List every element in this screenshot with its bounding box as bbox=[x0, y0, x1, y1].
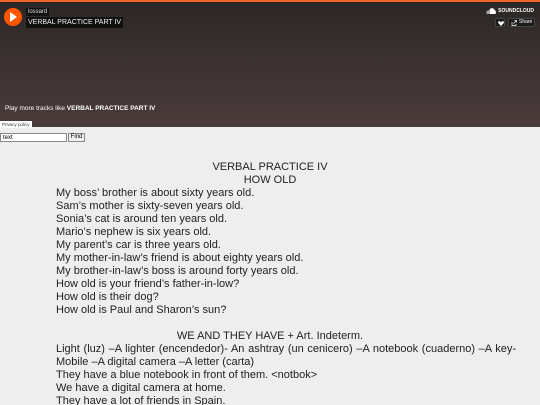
how-old-sentences: My boss’ brother is about sixty years ol… bbox=[0, 187, 540, 317]
uploader-name[interactable]: lossard bbox=[26, 8, 50, 16]
brand-label: SOUNDCLOUD bbox=[498, 8, 534, 14]
sentence-line: How old is your friend’s father-in-low? bbox=[56, 278, 240, 290]
share-button[interactable]: Share bbox=[508, 18, 535, 27]
privacy-policy-link[interactable]: Privacy policy bbox=[0, 121, 32, 128]
soundcloud-logo[interactable]: SOUNDCLOUD bbox=[486, 8, 534, 14]
find-button[interactable]: Find bbox=[68, 133, 85, 142]
track-title[interactable]: VERBAL PRACTICE PART IV bbox=[26, 17, 124, 28]
more-tracks-link[interactable]: Play more tracks like VERBAL PRACTICE PA… bbox=[5, 105, 155, 112]
sentence-line: My mother-in-law’s friend is about eight… bbox=[56, 252, 304, 264]
sentence-line: Sam’s mother is sixty-seven years old. bbox=[56, 200, 244, 212]
share-icon bbox=[511, 20, 517, 26]
sentence-line: My brother-in-law’s boss is around forty… bbox=[56, 265, 299, 277]
sentence-line: Sonia’s cat is around ten years old. bbox=[56, 213, 228, 225]
sentence-line: My boss’ brother is about sixty years ol… bbox=[56, 187, 255, 199]
play-button[interactable] bbox=[4, 8, 22, 26]
more-tracks-prefix: Play more tracks like bbox=[5, 105, 65, 112]
like-button[interactable] bbox=[495, 18, 505, 27]
cloud-icon bbox=[486, 8, 497, 14]
lesson-title: VERBAL PRACTICE IV bbox=[212, 161, 328, 173]
soundcloud-player: lossard VERBAL PRACTICE PART IV SOUNDCLO… bbox=[0, 0, 540, 127]
sentence-line: How old is Paul and Sharon’s sun? bbox=[56, 304, 227, 316]
sentence-line: They have a blue notebook in front of th… bbox=[56, 369, 318, 381]
sentence-line: We have a digital camera at home. bbox=[56, 382, 226, 394]
sentence-line: They have a lot of friends in Spain. bbox=[56, 395, 226, 405]
play-icon bbox=[10, 12, 17, 22]
sentence-line: My parent’s car is three years old. bbox=[56, 239, 221, 251]
more-tracks-title: VERBAL PRACTICE PART IV bbox=[66, 105, 156, 112]
sentence-line: How old is their dog? bbox=[56, 291, 159, 303]
search-input[interactable] bbox=[0, 133, 67, 142]
lesson-content: VERBAL PRACTICE IV HOW OLD My boss’ brot… bbox=[0, 161, 540, 405]
section-title-how-old: HOW OLD bbox=[243, 174, 297, 186]
section-title-we-they-have: WE AND THEY HAVE + Art. Indeterm. bbox=[176, 330, 364, 342]
heart-icon bbox=[497, 20, 504, 26]
sentence-line: Mario’s nephew is six years old. bbox=[56, 226, 212, 238]
vocabulary-line: Light (luz) –A lighter (encendedor)- An … bbox=[56, 343, 516, 368]
we-they-have-sentences: Light (luz) –A lighter (encendedor)- An … bbox=[0, 343, 540, 405]
share-label: Share bbox=[519, 19, 533, 25]
